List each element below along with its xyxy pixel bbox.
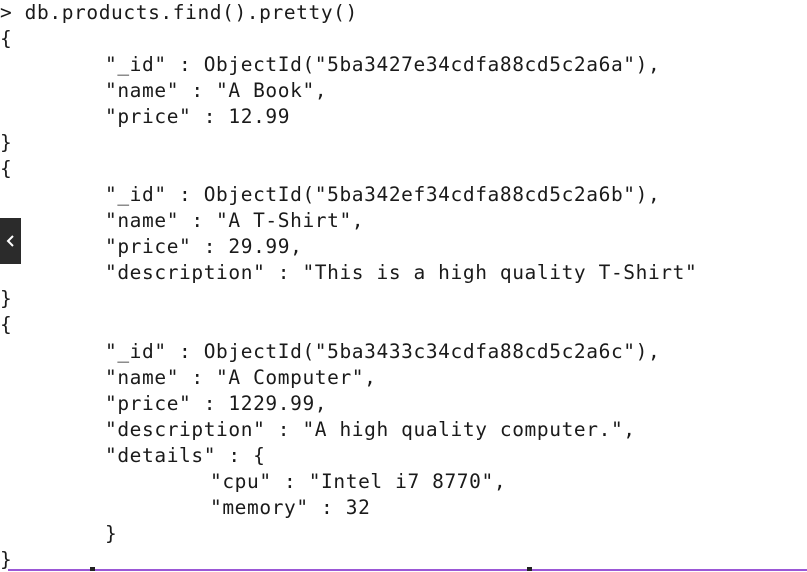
field-price-line: "price" : 1229.99,: [105, 392, 328, 415]
command-prompt-line: > db.products.find().pretty(): [0, 1, 358, 24]
field-details-line: "details" : {: [105, 444, 266, 467]
field-id-line: "_id" : ObjectId("5ba342ef34cdfa88cd5c2a…: [105, 183, 661, 206]
field-name-line: "name" : "A Computer",: [105, 366, 377, 389]
progress-line: [8, 569, 807, 571]
back-button[interactable]: [0, 218, 21, 264]
field-cpu-line: "cpu" : "Intel i7 8770",: [210, 470, 507, 493]
field-id-line: "_id" : ObjectId("5ba3427e34cdfa88cd5c2a…: [105, 53, 661, 76]
field-description-line: "description" : "This is a high quality …: [105, 261, 698, 284]
scrubber-marker: [527, 567, 532, 571]
field-name-line: "name" : "A T-Shirt",: [105, 209, 365, 232]
scrubber-marker: [90, 567, 95, 571]
document-open-brace: {: [0, 313, 13, 336]
field-price-line: "price" : 29.99,: [105, 235, 303, 258]
document-close-brace: }: [0, 131, 13, 154]
field-price-line: "price" : 12.99: [105, 105, 291, 128]
details-close-brace: }: [105, 522, 118, 545]
field-memory-line: "memory" : 32: [210, 496, 371, 519]
progress-scrubber[interactable]: [0, 567, 807, 571]
chevron-left-icon: [6, 235, 14, 247]
terminal-window: > db.products.find().pretty() { "_id" : …: [0, 0, 807, 572]
field-id-line: "_id" : ObjectId("5ba3433c34cdfa88cd5c2a…: [105, 340, 661, 363]
document-open-brace: {: [0, 27, 13, 50]
document-close-brace: }: [0, 287, 13, 310]
field-name-line: "name" : "A Book",: [105, 79, 328, 102]
document-open-brace: {: [0, 157, 13, 180]
field-description-line: "description" : "A high quality computer…: [105, 418, 636, 441]
